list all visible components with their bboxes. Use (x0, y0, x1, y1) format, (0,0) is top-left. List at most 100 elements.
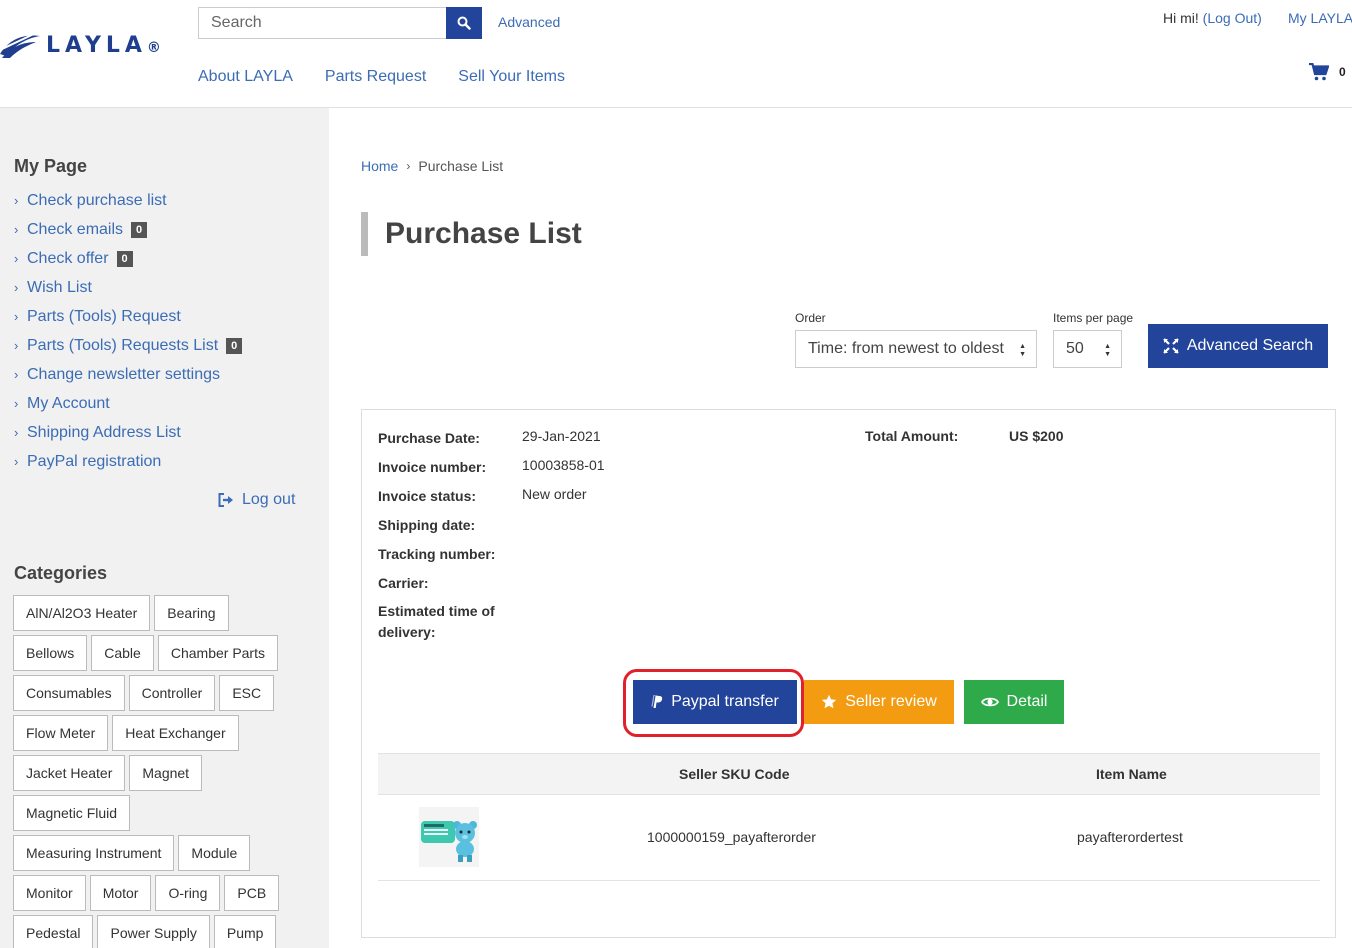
sidebar-item-label: Wish List (27, 278, 92, 296)
search-input[interactable]: Search (198, 7, 446, 39)
order-items-table: Seller SKU Code Item Name 1000000159_pay… (378, 753, 1320, 881)
table-row[interactable]: 1000000159_payafterorder payafterorderte… (378, 795, 1320, 881)
sidebar-item[interactable]: › Check offer 0 (14, 244, 242, 273)
purchase-date-value: 29-Jan-2021 (522, 428, 601, 444)
header-logout-link[interactable]: (Log Out) (1203, 10, 1262, 26)
select-arrows-icon: ▲ ▼ (1019, 343, 1026, 358)
chevron-right-icon: › (14, 367, 19, 382)
sidebar-item[interactable]: › Check purchase list (14, 186, 242, 215)
category-row: Measuring Instrument Module (13, 835, 313, 871)
sidebar-item[interactable]: › Change newsletter settings (14, 360, 242, 389)
page-title: Purchase List (361, 212, 582, 256)
count-badge: 0 (131, 221, 148, 238)
category-row: Pedestal Power Supply Pump (13, 915, 313, 948)
category-tag[interactable]: Magnet (129, 755, 203, 791)
category-tag[interactable]: Chamber Parts (157, 635, 278, 671)
category-tag[interactable]: PCB (224, 875, 280, 911)
my-page-menu: › Check purchase list › Check emails 0 › Check… (14, 186, 243, 476)
shipping-date-label: Shipping date: (378, 517, 476, 533)
category-tag[interactable]: Bearing (154, 595, 229, 631)
count-badge: 0 (226, 337, 243, 354)
search-icon (457, 16, 471, 30)
detail-button[interactable]: Detail (964, 680, 1064, 724)
carrier-label: Carrier: (378, 575, 429, 591)
chevron-right-icon: › (14, 222, 19, 237)
sidebar-item[interactable]: › Parts (Tools) Requests List 0 (14, 331, 243, 360)
sidebar-item[interactable]: › Wish List (14, 273, 242, 302)
advanced-search-button[interactable]: Advanced Search (1148, 324, 1328, 368)
category-tag[interactable]: Cable (91, 635, 154, 671)
product-image (421, 821, 477, 862)
invoice-number-label: Invoice number: (378, 459, 487, 475)
category-tag[interactable]: Bellows (13, 635, 88, 671)
logout-link[interactable]: Log out (218, 491, 295, 509)
category-row: Bellows Cable Chamber Parts (13, 635, 313, 671)
sidebar-item[interactable]: › PayPal registration (14, 447, 242, 476)
purchase-card: Purchase Date: 29-Jan-2021 Invoice numbe… (361, 409, 1336, 938)
category-tag[interactable]: Monitor (13, 875, 86, 911)
sidebar-item[interactable]: › Shipping Address List (14, 418, 242, 447)
eta-label: Estimated time of delivery: (378, 603, 495, 640)
item-name-cell[interactable]: payafterordertest (1077, 829, 1183, 845)
invoice-number-value: 10003858-01 (522, 457, 605, 473)
invoice-status-label: Invoice status: (378, 488, 477, 504)
chevron-right-icon: › (406, 159, 411, 173)
sidebar-item[interactable]: › Check emails 0 (14, 215, 242, 244)
nav-parts-request[interactable]: Parts Request (325, 68, 426, 86)
breadcrumb-current: Purchase List (418, 158, 504, 174)
count-badge: 0 (116, 250, 133, 267)
tracking-number-label: Tracking number: (378, 546, 496, 562)
sign-out-icon (218, 493, 233, 507)
category-tag[interactable]: AlN/Al2O3 Heater (13, 595, 151, 631)
sidebar-item-label: Check purchase list (27, 191, 167, 209)
category-tag[interactable]: Jacket Heater (13, 755, 126, 791)
sidebar-item-label: PayPal registration (27, 452, 162, 470)
sidebar-item[interactable]: › Parts (Tools) Request (14, 302, 242, 331)
chevron-right-icon: › (14, 454, 19, 469)
sidebar-item-label: Check offer (27, 249, 109, 267)
items-per-page-select[interactable]: 50 ▲ ▼ (1053, 330, 1122, 368)
order-label: Order (795, 311, 826, 325)
category-tag[interactable]: Motor (89, 875, 152, 911)
category-tag[interactable]: Measuring Instrument (13, 835, 175, 871)
paypal-transfer-button[interactable]: Paypal transfer (633, 680, 797, 724)
my-layla-link[interactable]: My LAYLA (1288, 10, 1352, 26)
sidebar-item[interactable]: › My Account (14, 389, 242, 418)
category-tag[interactable]: Consumables (13, 675, 125, 711)
category-tag[interactable]: Magnetic Fluid (13, 795, 131, 831)
category-tag[interactable]: ESC (219, 675, 275, 711)
chevron-right-icon: › (14, 309, 19, 324)
paypal-icon (651, 695, 663, 708)
search-button[interactable] (446, 7, 482, 39)
logo-swoosh-icon (0, 31, 40, 58)
layla-logo[interactable]: LAYLA® (0, 30, 161, 60)
category-row: Monitor Motor O-ring PCB (13, 875, 313, 911)
cart-button[interactable]: 0 (1309, 63, 1346, 81)
chevron-right-icon: › (14, 251, 19, 266)
category-tag[interactable]: O-ring (155, 875, 221, 911)
breadcrumb: Home › Purchase List (361, 158, 503, 174)
chevron-right-icon: › (14, 396, 19, 411)
category-tag[interactable]: Pump (213, 915, 277, 948)
greeting: Hi mi! (Log Out) (1163, 10, 1262, 26)
category-row: Magnetic Fluid (13, 795, 313, 831)
nav-sell-your-items[interactable]: Sell Your Items (458, 68, 565, 86)
category-tag[interactable]: Power Supply (97, 915, 210, 948)
category-row: Jacket Heater Magnet (13, 755, 313, 791)
expand-icon (1163, 338, 1179, 354)
category-list: AlN/Al2O3 Heater Bearing Bellows Cable Chamb… (13, 595, 313, 948)
advanced-search-link[interactable]: Advanced (498, 14, 560, 30)
category-tag[interactable]: Module (178, 835, 251, 871)
product-thumbnail[interactable] (419, 807, 479, 867)
category-tag[interactable]: Heat Exchanger (112, 715, 239, 751)
nav-about-layla[interactable]: About LAYLA (198, 68, 293, 86)
category-tag[interactable]: Pedestal (13, 915, 94, 948)
order-select[interactable]: Time: from newest to oldest ▲ ▼ (795, 330, 1037, 368)
seller-review-button[interactable]: Seller review (804, 680, 954, 724)
total-amount-label: Total Amount: (865, 428, 959, 444)
chevron-right-icon: › (14, 425, 19, 440)
chevron-right-icon: › (14, 193, 19, 208)
breadcrumb-home[interactable]: Home (361, 158, 398, 174)
category-tag[interactable]: Flow Meter (13, 715, 109, 751)
category-tag[interactable]: Controller (128, 675, 216, 711)
